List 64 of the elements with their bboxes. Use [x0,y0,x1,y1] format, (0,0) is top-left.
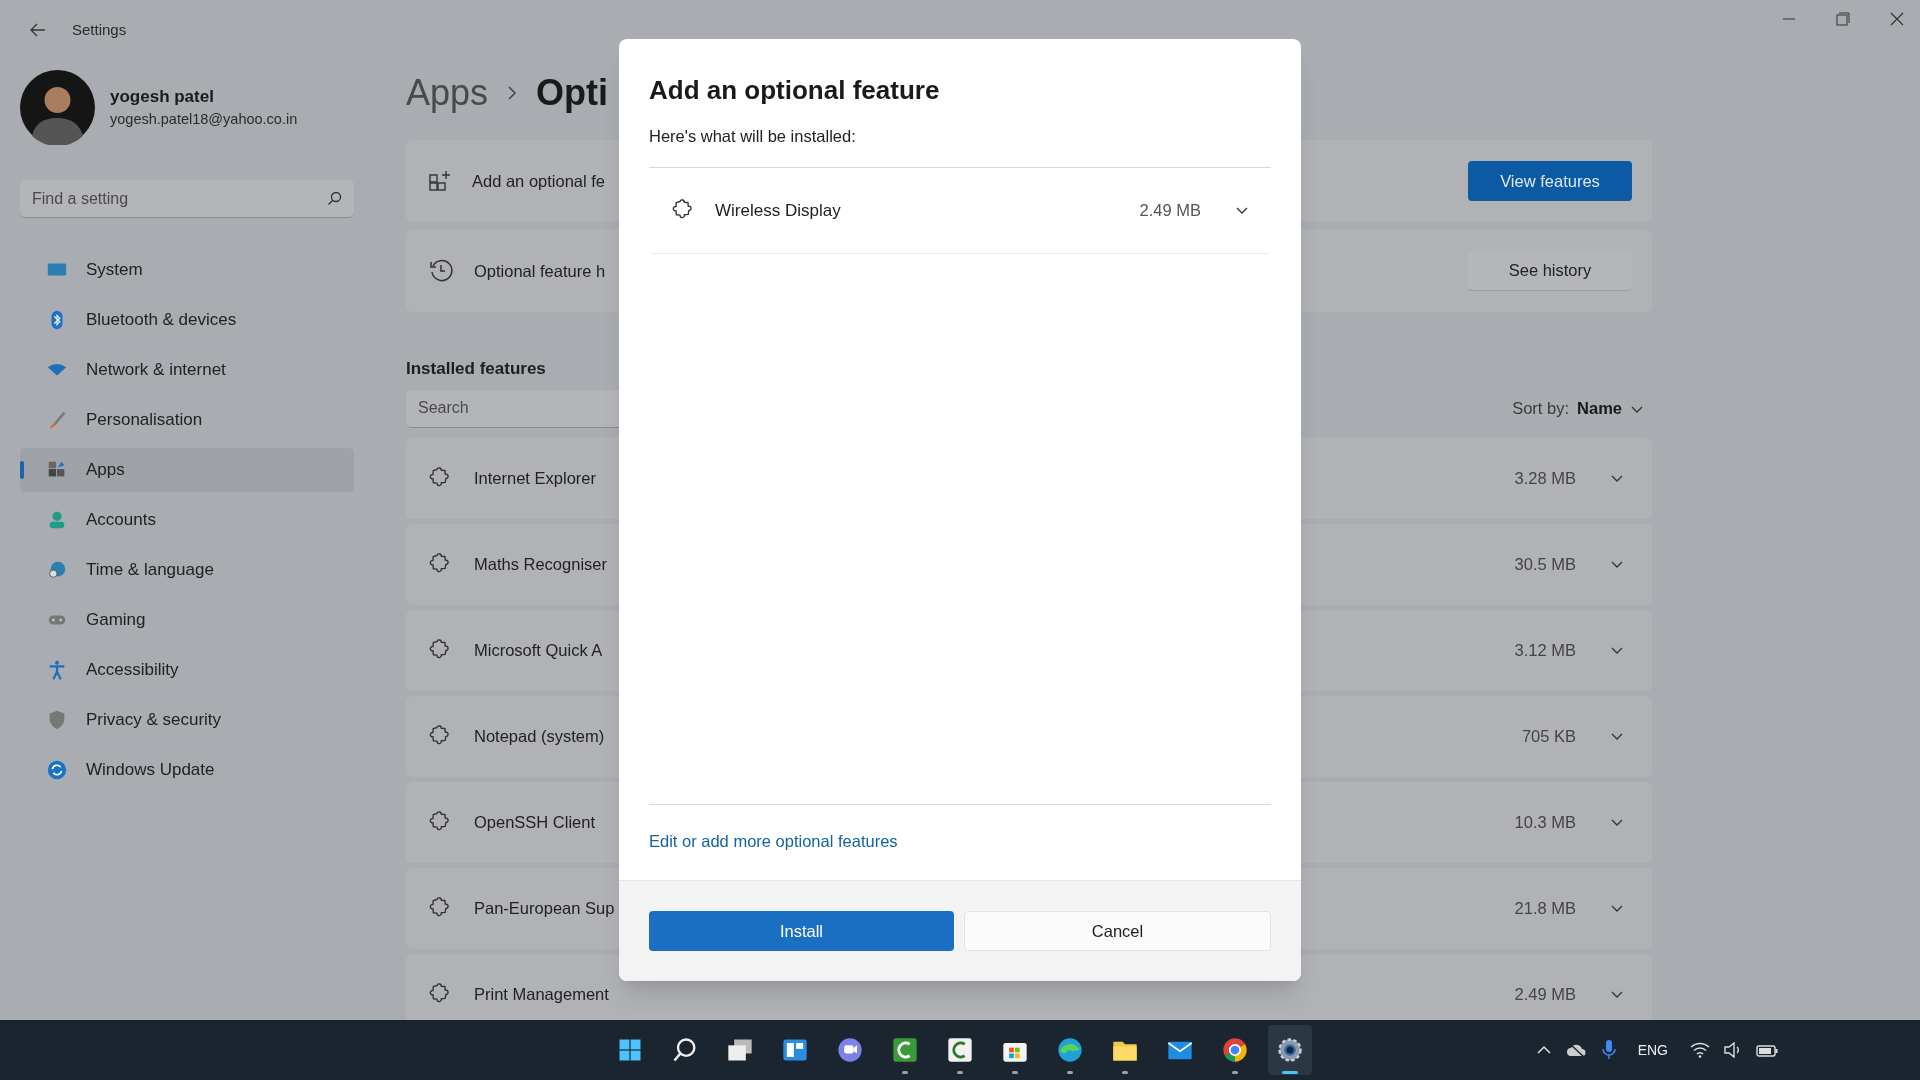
feature-size: 2.49 MB [1139,199,1201,221]
globe-clock-icon [46,559,68,581]
cancel-button[interactable]: Cancel [964,911,1271,951]
feature-size: 3.28 MB [1514,467,1576,489]
add-grid-icon [428,169,452,193]
feature-name: Microsoft Quick A [474,639,603,661]
nav-item[interactable]: Privacy & security [20,698,354,742]
feature-size: 21.8 MB [1514,897,1576,919]
feature-size: 30.5 MB [1514,553,1576,575]
sort-dropdown[interactable]: Sort by: Name [1512,396,1652,421]
nav-item[interactable]: Apps [20,448,354,492]
back-arrow-icon[interactable] [30,23,46,37]
nav-item[interactable]: Accounts [20,498,354,542]
feature-name: Notepad (system) [474,725,605,747]
nav-item[interactable]: Accessibility [20,648,354,692]
browser-icon [1056,1036,1084,1064]
feature-name: Print Management [474,983,609,1005]
dialog-title: Add an optional feature [649,74,941,107]
nav-item[interactable]: Personalisation [20,398,354,442]
nav-item[interactable]: Bluetooth & devices [20,298,354,342]
feature-name: Maths Recogniser [474,553,607,575]
install-button[interactable]: Install [649,911,954,951]
user-email: yogesh.patel18@yahoo.co.in [110,110,298,130]
search-icon [327,191,342,206]
more-features-link[interactable]: Edit or add more optional features [649,829,1271,854]
restore-icon[interactable] [1836,12,1850,26]
update-icon [46,759,68,781]
history-icon [428,258,454,284]
view-features-button[interactable]: View features [1468,161,1632,201]
search-field[interactable]: Find a setting [20,180,354,218]
feature-name: OpenSSH Client [474,811,596,833]
battery-icon[interactable] [1756,1042,1780,1058]
feature-size: 705 KB [1521,725,1576,747]
chat-icon [836,1036,864,1064]
feature-size: 3.12 MB [1514,639,1576,661]
feature-name: Internet Explorer [474,467,596,489]
volume-icon[interactable] [1724,1042,1742,1058]
nav-item[interactable]: Network & internet [20,348,354,392]
chevron-right-icon [506,85,519,101]
nav-item[interactable]: System [20,248,354,292]
microphone-icon[interactable] [1601,1039,1616,1061]
close-icon[interactable] [1890,12,1904,26]
nav-item[interactable]: Time & language [20,548,354,592]
feature-name: Wireless Display [715,199,841,222]
breadcrumb-link[interactable]: Apps [406,66,489,120]
card-label: Add an optional fe [472,170,606,192]
user-name: yogesh patel [110,85,215,108]
wifi-icon[interactable] [1690,1042,1710,1058]
feature-name: Pan-European Sup [474,897,615,919]
nav-item[interactable]: Windows Update [20,748,354,792]
dialog-subtitle: Here's what will be installed: [649,126,857,147]
feature-size: 2.49 MB [1514,983,1576,1005]
taskbar-button[interactable] [1268,1025,1312,1075]
nav-item[interactable]: Gaming [20,598,354,642]
gear-icon [1276,1036,1304,1064]
see-history-button[interactable]: See history [1468,251,1632,291]
page-title: Opti [536,71,609,115]
section-heading: Installed features [406,358,547,380]
language-indicator[interactable]: ENG [1637,1039,1668,1061]
selected-feature-row[interactable]: Wireless Display 2.49 MB [649,167,1271,254]
cloud-offline-icon[interactable] [1565,1041,1588,1059]
window-title: Settings [72,19,127,40]
feature-size: 10.3 MB [1514,811,1576,833]
card-label: Optional feature h [474,260,606,282]
